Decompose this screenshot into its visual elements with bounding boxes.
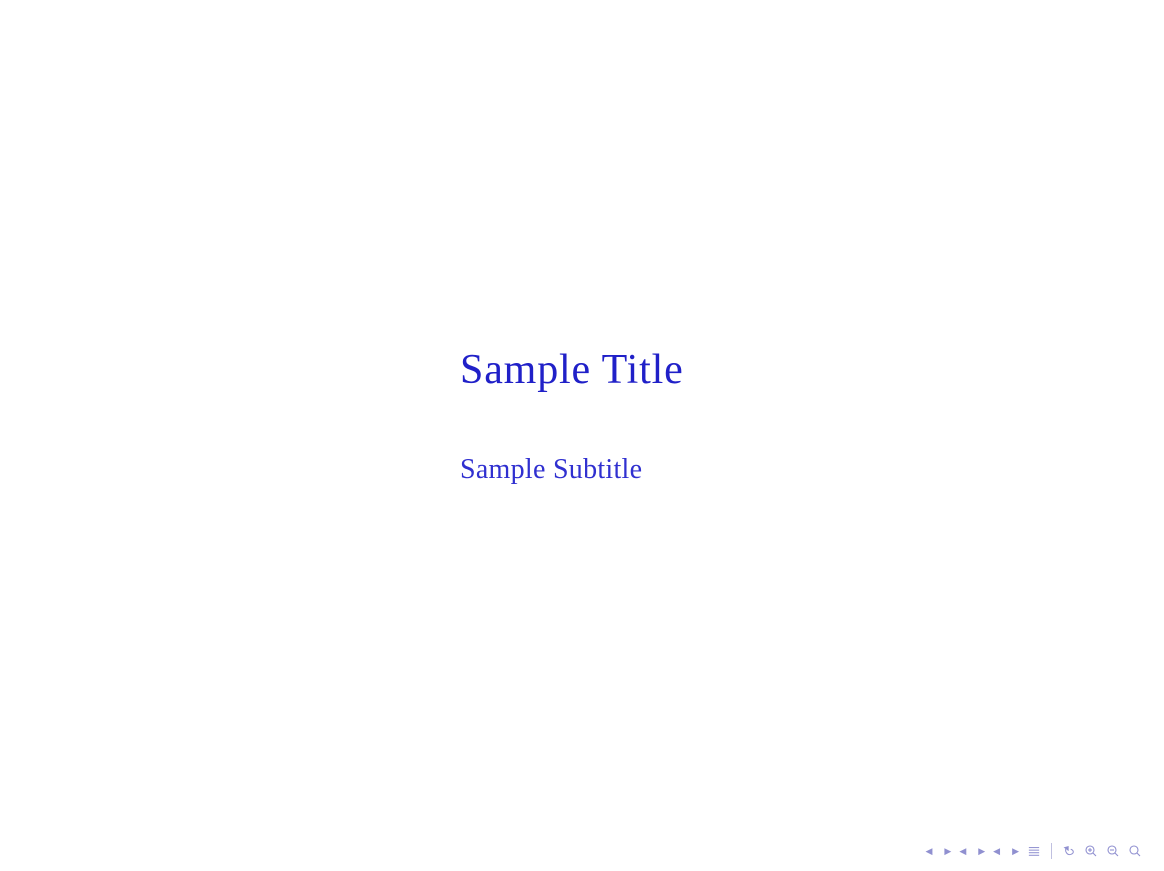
nav-next-button[interactable]: ▶ xyxy=(942,844,953,859)
nav-left-arrow-icon: ◀ xyxy=(925,846,932,857)
subsection-prev-button[interactable]: ◀ xyxy=(991,844,1002,859)
nav-prev-button[interactable]: ◀ xyxy=(923,844,934,859)
zoom-out-button[interactable] xyxy=(1104,843,1122,859)
section-left-arrow-icon: ◀ xyxy=(959,846,966,857)
slide-subtitle: Sample Subtitle xyxy=(460,454,642,486)
section-prev-button[interactable]: ◀ xyxy=(957,844,968,859)
subsection-icon[interactable] xyxy=(1004,849,1008,853)
subsection-nav-group: ◀ ▶ xyxy=(991,844,1021,859)
section-nav-group: ◀ ▶ xyxy=(957,844,987,859)
subsection-left-arrow-icon: ◀ xyxy=(993,846,1000,857)
zoom-reset-svg-icon xyxy=(1129,845,1141,857)
zoom-out-svg-icon xyxy=(1107,845,1119,857)
toolbar-separator xyxy=(1051,843,1052,859)
section-right-arrow-icon: ▶ xyxy=(978,846,985,857)
zoom-in-button[interactable] xyxy=(1082,843,1100,859)
subsection-next-button[interactable]: ▶ xyxy=(1010,844,1021,859)
slide-title: Sample Title xyxy=(460,346,684,394)
outline-button[interactable] xyxy=(1025,843,1043,859)
undo-button[interactable] xyxy=(1060,843,1078,859)
zoom-reset-button[interactable] xyxy=(1126,843,1144,859)
section-icon[interactable] xyxy=(970,849,974,853)
bottom-toolbar: ◀ ▶ ◀ xyxy=(0,831,1164,871)
frame-nav-group: ◀ ▶ xyxy=(923,844,953,859)
slide-content: Sample Title Sample Subtitle xyxy=(0,0,1164,831)
undo-svg-icon xyxy=(1063,845,1075,857)
nav-right-arrow-icon: ▶ xyxy=(944,846,951,857)
list-svg-icon xyxy=(1028,845,1040,857)
section-next-button[interactable]: ▶ xyxy=(976,844,987,859)
zoom-in-svg-icon xyxy=(1085,845,1097,857)
frame-icon[interactable] xyxy=(936,849,940,853)
subsection-right-arrow-icon: ▶ xyxy=(1012,846,1019,857)
slide-container: Sample Title Sample Subtitle ◀ ▶ ◀ xyxy=(0,0,1164,871)
